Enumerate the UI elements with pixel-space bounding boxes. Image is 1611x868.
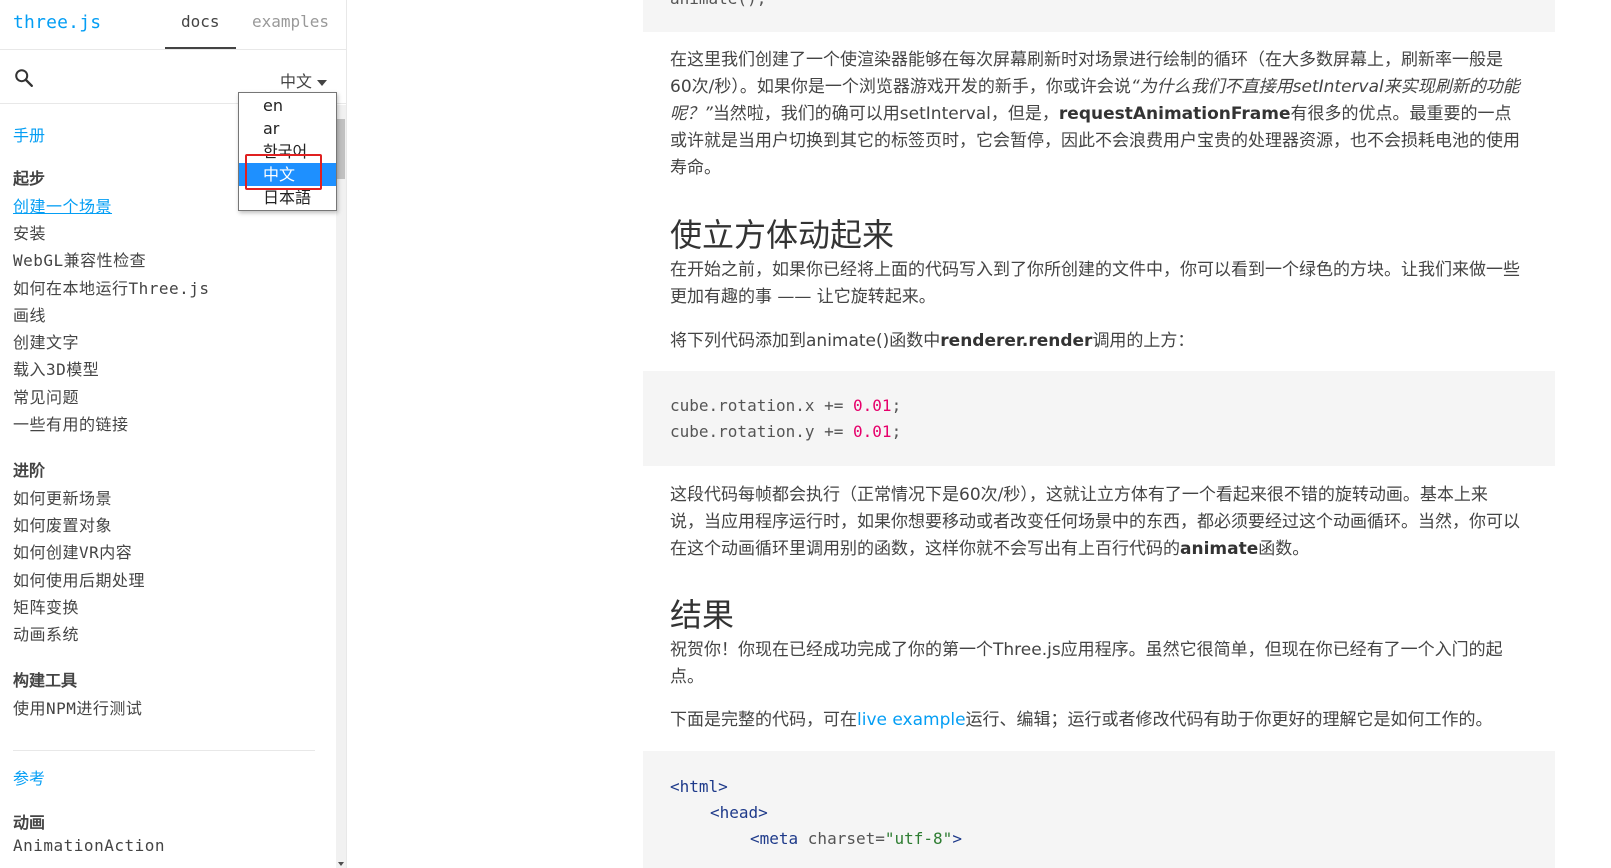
code-text: ; <box>891 396 902 415</box>
nav-section-manual[interactable]: 手册 <box>13 122 45 146</box>
nav-item[interactable]: 动画系统 <box>13 621 79 645</box>
tab-docs[interactable]: docs <box>181 12 220 31</box>
language-select-value: 中文 <box>280 72 313 91</box>
code-line: <meta charset="utf-8"> <box>750 829 962 848</box>
code-tag: > <box>952 829 962 848</box>
nav-category: 进阶 <box>13 461 46 480</box>
nav-item[interactable]: 安装 <box>13 220 46 244</box>
search-icon[interactable] <box>13 67 35 89</box>
code-line: <head> <box>710 803 768 822</box>
sidebar-header: three.js docs examples <box>0 0 346 50</box>
text: 将下列代码添加到animate()函数中 <box>670 331 941 351</box>
nav-section-reference[interactable]: 参考 <box>13 765 45 789</box>
nav-item[interactable]: 常见问题 <box>13 384 79 408</box>
nav-item[interactable]: 画线 <box>13 302 46 326</box>
sidebar-nav: 手册 起步 创建一个场景 安装 WebGL兼容性检查 如何在本地运行Three.… <box>0 105 331 868</box>
code-text: ; <box>891 422 902 441</box>
caret-down-icon <box>317 79 328 86</box>
text: 函数。 <box>1258 539 1310 559</box>
logo[interactable]: three.js <box>13 12 101 33</box>
scroll-down-arrow-icon[interactable] <box>338 862 344 866</box>
nav-item-creating-a-scene[interactable]: 创建一个场景 <box>13 193 112 217</box>
language-select[interactable]: 中文 <box>280 68 328 92</box>
sidebar-scrollbar[interactable] <box>336 105 346 868</box>
nav-item[interactable]: 载入3D模型 <box>13 356 99 380</box>
paragraph-render-loop: 在这里我们创建了一个使渲染器能够在每次屏幕刷新时对场景进行绘制的循环（在大多数屏… <box>670 47 1520 182</box>
annotation-highlight-box <box>245 154 322 190</box>
live-example-link[interactable]: live example <box>857 710 966 730</box>
language-option-ar[interactable]: ar <box>239 117 336 140</box>
code-text: = <box>875 829 885 848</box>
nav-item[interactable]: 如何使用后期处理 <box>13 567 145 591</box>
code-line: animate(); <box>670 0 766 8</box>
code-tag: <meta <box>750 829 808 848</box>
text: 下面是完整的代码，可在 <box>670 710 857 730</box>
text: 运行、编辑；运行或者修改代码有助于你更好的理解它是如何工作的。 <box>965 710 1493 730</box>
text-bold: requestAnimationFrame <box>1058 104 1291 124</box>
code-string: "utf-8" <box>884 829 953 848</box>
text-bold: renderer.render <box>940 331 1093 351</box>
nav-category: 起步 <box>13 169 46 188</box>
paragraph-before-start: 在开始之前，如果你已经将上面的代码写入到了你所创建的文件中，你可以看到一个绿色的… <box>670 260 1520 307</box>
nav-item[interactable]: 如何在本地运行Three.js <box>13 275 210 299</box>
nav-item[interactable]: 使用NPM进行测试 <box>13 695 142 719</box>
nav-category: 动画 <box>13 813 46 832</box>
code-block-rotation: cube.rotation.x += 0.01; cube.rotation.y… <box>643 371 1555 466</box>
heading-animating-the-cube: 使立方体动起来 <box>670 216 895 254</box>
code-number: 0.01 <box>853 396 892 415</box>
nav-item[interactable]: 如何更新场景 <box>13 485 112 509</box>
nav-category: 构建工具 <box>13 671 78 690</box>
nav-item[interactable]: 如何废置对象 <box>13 512 112 536</box>
code-line: <html> <box>670 777 728 796</box>
code-text: cube.rotation.y += <box>670 422 854 441</box>
language-dropdown-list: en ar 한국어 中文 日本語 <box>238 92 337 211</box>
sidebar-divider <box>13 750 315 751</box>
paragraph-full-code: 下面是完整的代码，可在live example运行、编辑；运行或者修改代码有助于… <box>670 707 1520 734</box>
nav-item[interactable]: 创建文字 <box>13 329 79 353</box>
active-tab-indicator <box>165 47 236 49</box>
code-block-full: <html> <head> <meta charset="utf-8"> <box>643 751 1555 868</box>
scrollbar-thumb[interactable] <box>337 119 345 179</box>
heading-result: 结果 <box>670 596 735 634</box>
language-option-en[interactable]: en <box>239 94 336 117</box>
paragraph-add-code: 将下列代码添加到animate()函数中renderer.render调用的上方… <box>670 328 1520 355</box>
nav-item[interactable]: 一些有用的链接 <box>13 411 129 435</box>
code-block-animate: animate(); <box>643 0 1555 32</box>
nav-item[interactable]: AnimationAction <box>13 836 165 855</box>
paragraph-frame-explanation: 这段代码每帧都会执行（正常情况下是60次/秒），这就让立方体有了一个看起来很不错… <box>670 482 1520 563</box>
nav-item[interactable]: WebGL兼容性检查 <box>13 247 146 271</box>
code-number: 0.01 <box>853 422 892 441</box>
text: 调用的上方： <box>1092 331 1195 351</box>
paragraph-congrats: 祝贺你！你现在已经成功完成了你的第一个Three.js应用程序。虽然它很简单，但… <box>670 640 1503 687</box>
code-line: cube.rotation.x += 0.01; <box>670 396 901 415</box>
tab-examples[interactable]: examples <box>252 12 329 31</box>
text: 当然啦，我们的确可以用setInterval，但是， <box>712 104 1059 124</box>
main-content: animate(); 在这里我们创建了一个使渲染器能够在每次屏幕刷新时对场景进行… <box>643 0 1555 868</box>
text-bold: animate <box>1180 539 1259 559</box>
text: 这段代码每帧都会执行（正常情况下是60次/秒），这就让立方体有了一个看起来很不错… <box>670 485 1520 559</box>
nav-item[interactable]: 矩阵变换 <box>13 594 79 618</box>
nav-item[interactable]: 如何创建VR内容 <box>13 539 132 563</box>
code-attr: charset <box>807 829 876 848</box>
code-line: cube.rotation.y += 0.01; <box>670 422 901 441</box>
code-text: cube.rotation.x += <box>670 396 854 415</box>
